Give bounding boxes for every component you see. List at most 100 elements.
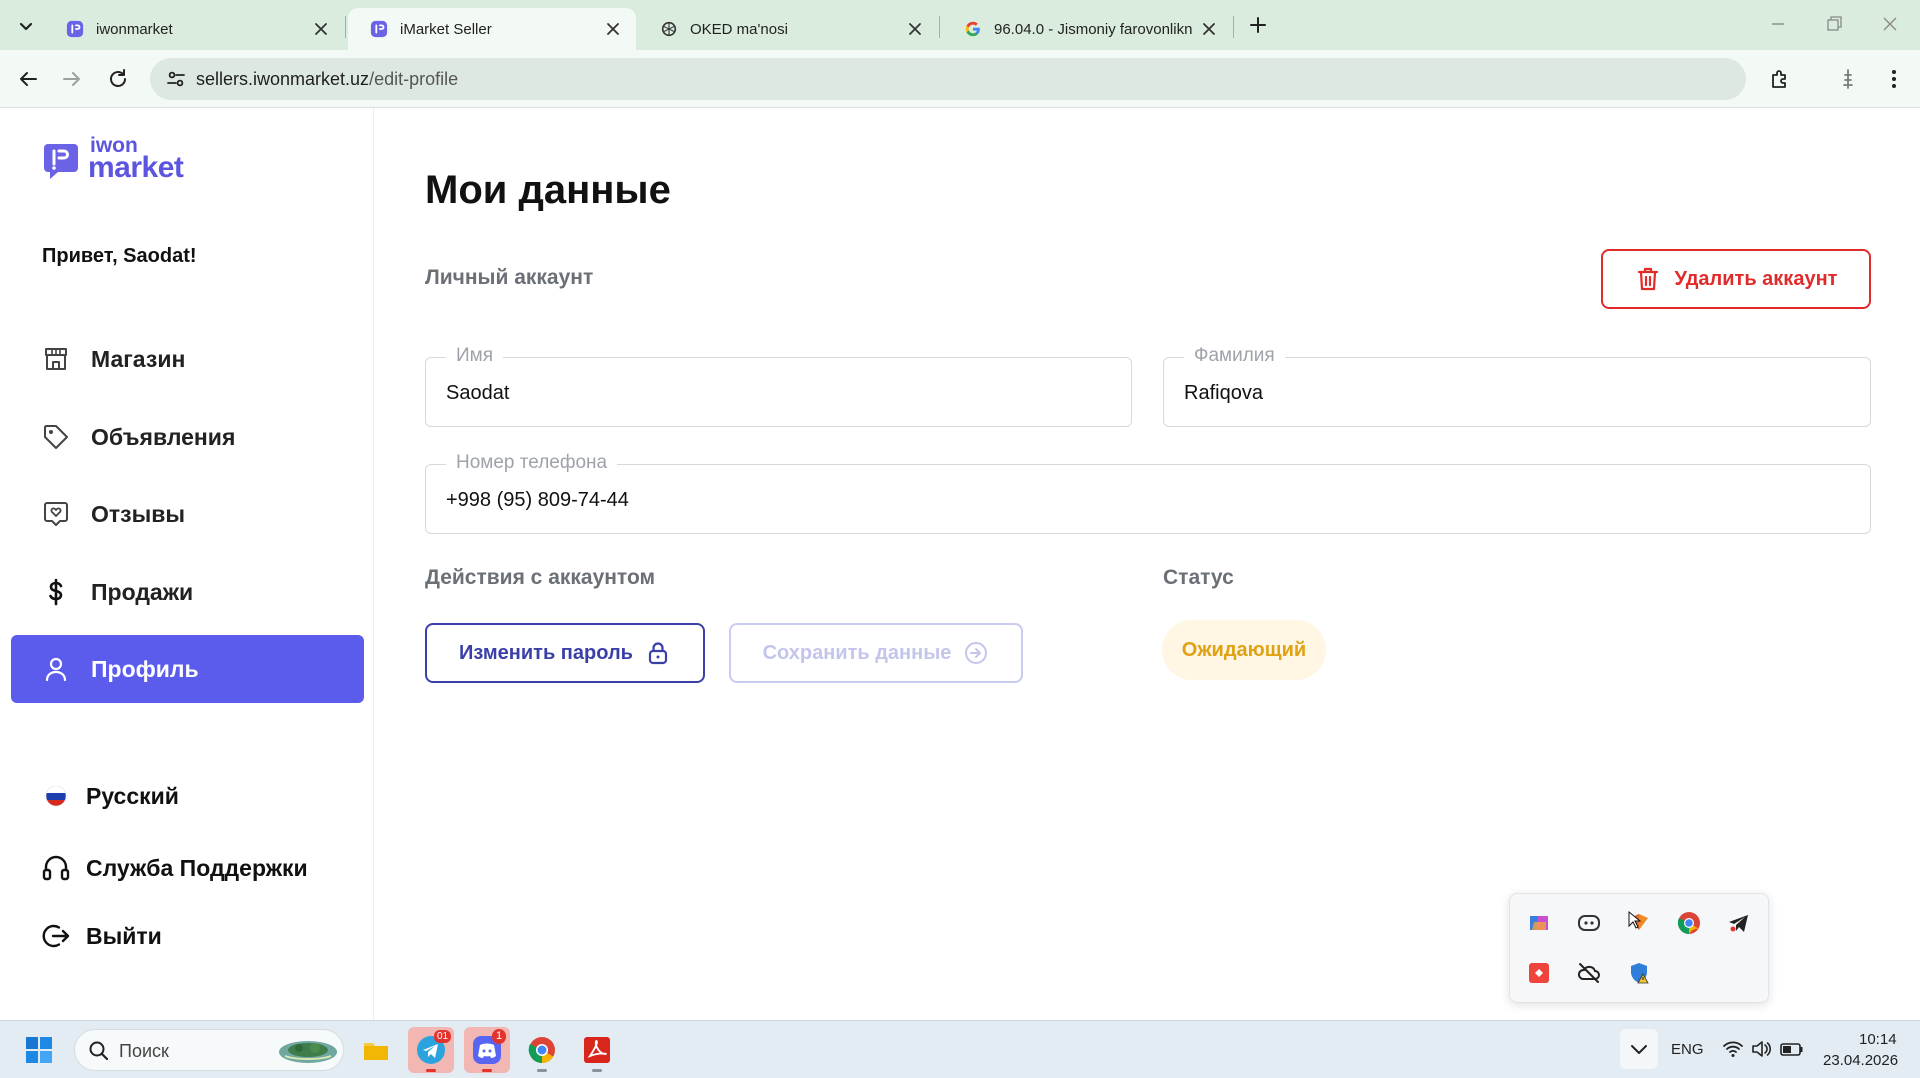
taskbar-chrome[interactable] [519,1027,565,1073]
window-minimize-icon[interactable] [1766,12,1790,36]
window-close-icon[interactable] [1878,12,1902,36]
first-name-field[interactable]: Имя Saodat [425,345,1132,427]
tab-iwonmarket[interactable]: iwonmarket [44,8,344,50]
language-label: Русский [86,782,179,809]
openai-favicon-icon [661,21,677,37]
sidebar-item-label: Магазин [91,345,186,372]
windows-start-icon[interactable] [24,1035,54,1065]
tab-oked[interactable]: OKED ma'nosi [638,8,938,50]
search-placeholder: Поиск [119,1041,169,1061]
defender-warning-tray-icon[interactable] [1626,960,1652,986]
keyboard-language[interactable]: ENG [1671,1041,1704,1058]
tab-search-chevron-icon[interactable] [14,14,38,38]
tab-close-icon[interactable] [604,20,622,38]
first-name-value: Saodat [446,382,510,404]
running-indicator [537,1069,547,1072]
save-data-label: Сохранить данные [762,641,952,664]
personal-account-heading: Личный аккаунт [425,266,594,289]
tab-google-search[interactable]: 96.04.0 - Jismoniy farovonlikni t [942,8,1232,50]
logout-label: Выйти [86,922,162,949]
clock-date[interactable]: 23.04.2026 [1823,1052,1898,1069]
sidebar-item-label: Отзывы [91,500,186,527]
headset-icon [40,852,72,884]
tab-close-icon[interactable] [906,20,924,38]
store-icon [41,344,71,374]
security-tray-icon[interactable] [1626,910,1652,936]
arrow-right-circle-icon [965,642,988,664]
chrome-tray-icon[interactable] [1676,910,1702,936]
forward-arrow-icon[interactable] [60,67,84,91]
taskbar-telegram[interactable]: 01 [408,1027,454,1073]
back-arrow-icon[interactable] [16,67,40,91]
browser-menu-icon[interactable] [1882,67,1906,91]
window-restore-icon[interactable] [1822,12,1846,36]
chrome-icon [528,1037,555,1064]
iwonmarket-favicon-icon [66,20,84,38]
lock-icon [648,642,668,665]
tab-imarket-seller[interactable]: iMarket Seller [348,8,636,50]
tab-title: OKED ma'nosi [690,20,788,38]
phone-field[interactable]: Номер телефона +998 (95) 809-74-44 [425,452,1871,534]
tray-overflow-chevron-icon[interactable] [1620,1029,1658,1069]
taskbar-file-explorer[interactable] [353,1027,399,1073]
clock-time[interactable]: 10:14 [1859,1031,1897,1048]
imarket-favicon-icon [370,20,388,38]
iwonmarket-logo-icon[interactable] [42,142,80,180]
sidebar-item-label: Продажи [91,578,194,605]
anydesk-tray-icon[interactable] [1526,960,1552,986]
sidebar-item-store[interactable]: Магазин [11,325,364,393]
taskbar-acrobat[interactable] [574,1027,620,1073]
tab-title: iMarket Seller [400,20,492,38]
folder-icon [364,1043,388,1060]
telegram-tray-icon[interactable] [1726,910,1752,936]
taskbar-search-box[interactable]: Поиск [74,1029,344,1071]
sidebar-item-sales[interactable]: Продажи [11,558,364,626]
copilot-tray-icon[interactable] [1526,910,1552,936]
page-title: Мои данные [425,168,671,212]
pdf-reader-icon [584,1037,610,1063]
save-data-button[interactable]: Сохранить данные [729,623,1023,683]
volume-icon[interactable] [1750,1038,1772,1060]
tag-icon [41,422,71,452]
tab-title: 96.04.0 - Jismoniy farovonlikni t [994,20,1192,38]
wifi-icon[interactable] [1722,1038,1744,1060]
site-info-icon[interactable] [164,67,188,91]
trash-icon [1637,267,1658,291]
telegram-badge: 01 [434,1030,452,1043]
extensions-puzzle-icon[interactable] [1768,67,1792,91]
battery-icon[interactable] [1780,1038,1804,1060]
sidebar-item-label: Профиль [91,655,199,682]
phone-value: +998 (95) 809-74-44 [446,489,629,511]
discord-tray-icon[interactable] [1576,910,1602,936]
logout-icon [40,920,72,952]
logout-link[interactable]: Выйти [40,920,162,952]
greeting: Привет, Saodat! [42,245,197,267]
tab-close-icon[interactable] [312,20,330,38]
reload-icon[interactable] [106,67,130,91]
tab-close-icon[interactable] [1200,20,1218,38]
last-name-value: Rafiqova [1184,382,1263,404]
profile-avatar-icon[interactable] [1836,67,1860,91]
sidebar-item-reviews[interactable]: Отзывы [11,480,364,548]
cloud-off-tray-icon[interactable] [1576,960,1602,986]
status-heading: Статус [1163,566,1234,589]
running-indicator [592,1069,602,1072]
support-link[interactable]: Служба Поддержки [40,852,308,884]
sidebar-item-ads[interactable]: Объявления [11,403,364,471]
language-selector[interactable]: Русский [40,780,179,812]
url-path: /edit-profile [369,69,459,89]
delete-account-button[interactable]: Удалить аккаунт [1601,249,1871,309]
address-bar[interactable]: sellers.iwonmarket.uz/edit-profile [150,58,1746,100]
sidebar: iwon market Привет, Saodat! Магазин Объя… [0,108,374,1020]
new-tab-plus-icon[interactable] [1246,13,1270,37]
tab-separator [1233,16,1234,38]
dollar-icon [41,577,71,607]
last-name-field[interactable]: Фамилия Rafiqova [1163,345,1871,427]
sidebar-item-profile[interactable]: Профиль [11,635,364,703]
change-password-button[interactable]: Изменить пароль [425,623,705,683]
support-label: Служба Поддержки [86,854,308,881]
search-icon [87,1039,111,1063]
taskbar-discord[interactable]: 1 [464,1027,510,1073]
browser-tab-bar: iwonmarket iMarket Seller OKED ma'nosi 9… [0,0,1920,50]
status-badge: Ожидающий [1162,620,1326,680]
